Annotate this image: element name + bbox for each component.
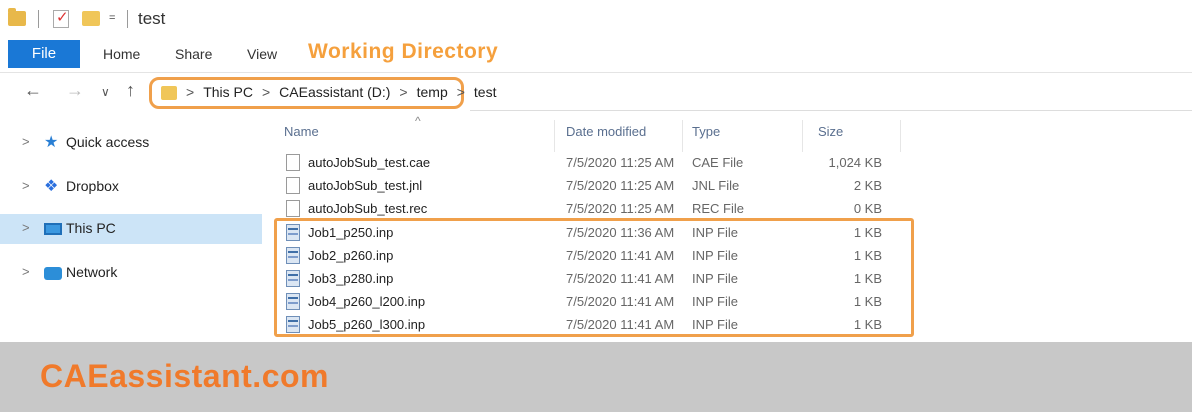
file-date: 7/5/2020 11:25 AM (566, 201, 675, 216)
breadcrumb-drive[interactable]: CAEassistant (D:) (279, 84, 390, 100)
file-size: 0 KB (853, 201, 882, 216)
column-divider[interactable] (682, 120, 683, 152)
address-bar-underline (470, 110, 1192, 111)
network-icon (44, 267, 62, 280)
chevron-right-icon[interactable]: > (22, 220, 30, 235)
column-header-type[interactable]: Type (692, 124, 720, 139)
tab-view[interactable]: View (247, 46, 277, 62)
this-pc-icon (44, 223, 62, 235)
jnl-file-icon (286, 177, 300, 194)
file-type: REC File (692, 201, 745, 216)
new-folder-icon[interactable] (82, 11, 100, 26)
footer-banner: CAEassistant.com (0, 342, 1192, 412)
title-separator (38, 10, 39, 28)
sidebar-item-label: This PC (66, 220, 116, 236)
back-arrow-icon[interactable]: ← (24, 80, 42, 101)
chevron-right-icon[interactable]: > (22, 178, 30, 193)
sidebar-item-dropbox[interactable]: > ❖ Dropbox (0, 172, 262, 202)
tab-file[interactable]: File (8, 40, 80, 68)
inp-files-highlight (274, 218, 914, 337)
properties-quick-access-icon[interactable]: ✓ (53, 9, 69, 28)
breadcrumb-test[interactable]: test (474, 84, 497, 100)
sidebar-item-label: Quick access (66, 134, 150, 150)
sidebar-item-network[interactable]: > Network (0, 258, 262, 288)
file-row[interactable]: autoJobSub_test.jnl 7/5/2020 11:25 AM JN… (272, 175, 912, 197)
recent-locations-chevron-icon[interactable]: ∨ (101, 85, 110, 99)
quick-access-customize-icon[interactable]: = (109, 12, 115, 24)
folder-icon (8, 8, 26, 26)
dropbox-icon: ❖ (44, 178, 59, 195)
chevron-right-icon: > (186, 84, 195, 100)
file-date: 7/5/2020 11:25 AM (566, 178, 675, 193)
navigation-row: ← → ∨ ↑ > This PC > CAEassistant (D:) > … (0, 72, 1192, 112)
file-name: autoJobSub_test.jnl (308, 178, 423, 193)
file-name: autoJobSub_test.rec (308, 201, 428, 216)
file-row[interactable]: autoJobSub_test.cae 7/5/2020 11:25 AM CA… (272, 152, 912, 174)
navigation-pane: > ★ Quick access > ❖ Dropbox > This PC >… (0, 118, 262, 342)
tab-share[interactable]: Share (175, 46, 212, 62)
file-date: 7/5/2020 11:25 AM (566, 155, 675, 170)
address-bar[interactable]: > This PC > CAEassistant (D:) > temp > t… (149, 77, 497, 109)
rec-file-icon (286, 200, 300, 217)
folder-icon (161, 86, 177, 100)
file-type: CAE File (692, 155, 744, 170)
breadcrumb-temp[interactable]: temp (417, 84, 448, 100)
column-header-date[interactable]: Date modified (566, 124, 646, 139)
column-header-size[interactable]: Size (818, 124, 843, 139)
file-name: autoJobSub_test.cae (308, 155, 431, 170)
chevron-right-icon: > (399, 84, 408, 100)
forward-arrow-icon[interactable]: → (66, 80, 84, 101)
column-divider[interactable] (554, 120, 555, 152)
sort-ascending-icon: ^ (415, 114, 421, 128)
chevron-right-icon[interactable]: > (22, 264, 30, 279)
title-bar: ✓ = test (0, 0, 1192, 40)
working-directory-annotation: Working Directory (308, 40, 499, 63)
chevron-right-icon[interactable]: > (22, 134, 30, 149)
brand-watermark: CAEassistant.com (40, 358, 329, 394)
cae-file-icon (286, 154, 300, 171)
up-arrow-icon[interactable]: ↑ (126, 80, 135, 101)
sidebar-item-this-pc[interactable]: > This PC (0, 214, 262, 244)
file-type: JNL File (692, 178, 740, 193)
sidebar-item-label: Network (66, 264, 118, 280)
breadcrumb: > This PC > CAEassistant (D:) > temp > t… (186, 84, 497, 100)
column-divider[interactable] (802, 120, 803, 152)
file-size: 2 KB (853, 178, 882, 193)
chevron-right-icon: > (261, 84, 271, 100)
column-divider[interactable] (900, 120, 901, 152)
chevron-right-icon: > (456, 84, 465, 100)
file-row[interactable]: autoJobSub_test.rec 7/5/2020 11:25 AM RE… (272, 198, 912, 220)
file-size: 1,024 KB (828, 155, 883, 170)
window-title: test (138, 9, 166, 28)
sidebar-item-quick-access[interactable]: > ★ Quick access (0, 128, 262, 158)
tab-home[interactable]: Home (103, 46, 140, 62)
quick-access-star-icon: ★ (44, 134, 59, 151)
column-header-name[interactable]: Name (284, 124, 319, 139)
ribbon-tabs: File Home Share View Working Directory (0, 40, 1192, 72)
breadcrumb-this-pc[interactable]: This PC (203, 84, 253, 100)
title-separator (127, 10, 128, 28)
sidebar-item-label: Dropbox (66, 178, 119, 194)
